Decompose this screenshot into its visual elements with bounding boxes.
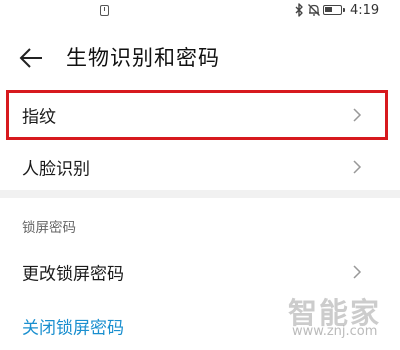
watermark: 智能家 www.znj.com (282, 290, 392, 348)
fingerprint-item[interactable]: 指纹 (0, 93, 400, 137)
bluetooth-icon (295, 3, 303, 17)
face-recognition-label: 人脸识别 (22, 159, 90, 180)
notification-icon (100, 5, 109, 16)
back-button[interactable] (16, 44, 46, 72)
change-lock-password-item[interactable]: 更改锁屏密码 (0, 250, 400, 294)
status-bar: 4:19 (0, 0, 400, 22)
chevron-right-icon (353, 108, 362, 122)
section-divider (0, 190, 400, 198)
mute-icon (308, 4, 320, 16)
battery-level (325, 7, 332, 12)
status-time: 4:19 (350, 3, 380, 18)
page-title: 生物识别和密码 (66, 46, 220, 70)
chevron-right-icon (353, 160, 362, 174)
battery-icon (323, 5, 345, 15)
header: 生物识别和密码 (0, 38, 400, 78)
chevron-right-icon (353, 265, 362, 279)
watermark-url: www.znj.com (292, 324, 378, 339)
face-recognition-item[interactable]: 人脸识别 (0, 145, 400, 189)
disable-lock-password-label: 关闭锁屏密码 (22, 318, 124, 339)
section-header-lock-password: 锁屏密码 (22, 220, 76, 236)
arrow-left-icon (19, 48, 42, 68)
change-lock-password-label: 更改锁屏密码 (22, 264, 124, 285)
fingerprint-label: 指纹 (22, 107, 56, 128)
